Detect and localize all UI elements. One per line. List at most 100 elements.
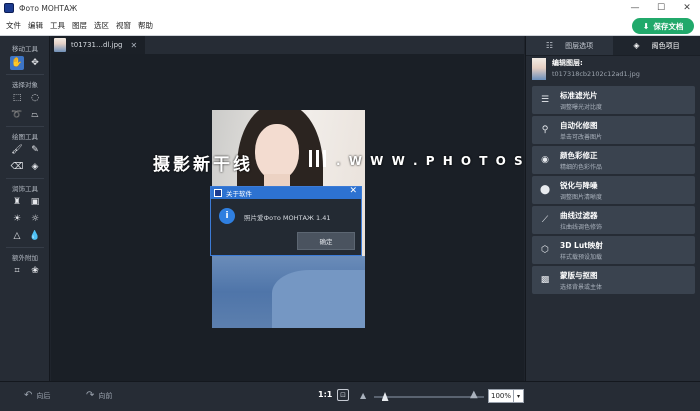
layer-thumbnail (532, 58, 546, 80)
patch-icon[interactable]: ▣ (28, 195, 42, 209)
sliders-icon: ☰ (540, 95, 550, 105)
layers-icon: ◈ (633, 41, 640, 50)
tool-row-draw-1: 🖌 ✎ (10, 143, 46, 157)
document-tab[interactable]: t01731…dl.jpg ✕ (51, 36, 145, 54)
undo-button[interactable]: ↶ 向后 (24, 390, 50, 401)
document-tab-strip: t01731…dl.jpg ✕ (51, 36, 524, 54)
close-icon[interactable]: ✕ (130, 41, 137, 50)
app-logo-icon (4, 3, 14, 13)
feature-3d-lut[interactable]: ⬡ 3D Lut映射 样式载预设加载 (532, 236, 695, 264)
info-icon: i (219, 208, 235, 224)
tool-section-label-select: 选择对象 (12, 81, 38, 89)
crop-icon[interactable]: ⌗ (10, 264, 24, 278)
save-document-button[interactable]: ⬇ 保存文档 (632, 18, 694, 34)
close-window-button[interactable]: ✕ (674, 0, 700, 16)
menu-file[interactable]: 文件 (6, 20, 21, 31)
menu-layer[interactable]: 图层 (72, 20, 87, 31)
layer-info: 编辑图层: t017318cb2102c12ad1.jpg (552, 58, 640, 82)
lasso-icon[interactable]: ➰ (10, 108, 24, 122)
sliders-icon: ☷ (545, 41, 554, 50)
zoom-input[interactable]: 100% (488, 389, 514, 403)
ellipse-select-icon[interactable]: ◌ (28, 91, 42, 105)
tool-row-extra: ⌗ ❀ (10, 264, 46, 278)
feature-title: 3D Lut映射 (560, 240, 603, 250)
right-panel: ☷ 图层选项 ◈ 阁色项目 编辑图层: t017318cb2102c12ad1.… (525, 36, 700, 381)
tool-section-label-retouch: 润饰工具 (12, 185, 38, 193)
cube-icon: ⬡ (541, 245, 549, 255)
toolbar-divider (6, 247, 44, 248)
fill-bucket-icon[interactable]: ◈ (28, 160, 42, 174)
toolbar-divider (6, 178, 44, 179)
burn-icon[interactable]: ☼ (28, 212, 42, 226)
feature-title: 颜色彩修正 (560, 150, 598, 160)
dialog-ok-button[interactable]: 确定 (297, 232, 355, 250)
tab-layer-options[interactable]: ☷ 图层选项 (526, 36, 613, 56)
feature-title: 标准滤光片 (560, 90, 598, 100)
brush-icon[interactable]: 🖌 (10, 143, 24, 157)
dialog-close-icon[interactable]: ✕ (349, 186, 357, 196)
menu-tools[interactable]: 工具 (50, 20, 65, 31)
feature-auto-retouch[interactable]: ⚲ 自动化修图 单击可改善图片 (532, 116, 695, 144)
feature-sharpen-denoise[interactable]: ⬤ 锐化与降噪 调整图片清晰度 (532, 176, 695, 204)
menu-view[interactable]: 视窗 (116, 20, 131, 31)
toolbar-divider (6, 126, 44, 127)
pencil-icon[interactable]: ✎ (28, 143, 42, 157)
dodge-icon[interactable]: ☀ (10, 212, 24, 226)
feature-subtitle: 选择背景或主体 (560, 283, 603, 291)
zoom-slider[interactable] (374, 396, 484, 398)
dialog-message: 照片爱Фото МОНТАЖ 1.41 (244, 214, 331, 222)
menu-help[interactable]: 帮助 (138, 20, 153, 31)
feature-color-correction[interactable]: ◉ 颜色彩修正 精细的色彩作品 (532, 146, 695, 174)
tool-row-select-1: ⬚ ◌ (10, 91, 46, 105)
eraser-icon[interactable]: ⌫ (10, 160, 24, 174)
mask-icon: ▩ (540, 275, 550, 285)
menu-edit[interactable]: 编辑 (28, 20, 43, 31)
hand-icon[interactable]: ✋ (10, 56, 24, 70)
sharpen-icon[interactable]: △ (10, 229, 24, 243)
tab-label: 阁色项目 (651, 41, 680, 50)
document-thumbnail (54, 38, 66, 52)
feature-mask-cutout[interactable]: ▩ 蒙版与抠图 选择背景或主体 (532, 266, 695, 294)
redo-button[interactable]: ↷ 向前 (86, 390, 112, 401)
feature-curves-filter[interactable]: ⟋ 曲线过滤器 拉曲线调色修饰 (532, 206, 695, 234)
move-icon[interactable]: ✥ (28, 56, 42, 70)
undo-icon: ↶ (24, 390, 33, 401)
tab-label: 图层选项 (565, 41, 594, 50)
actual-size-button[interactable]: 1:1 (318, 390, 332, 399)
shapes-icon[interactable]: ❀ (28, 264, 42, 278)
feature-text: 自动化修图 单击可改善图片 (560, 120, 602, 141)
rect-select-icon[interactable]: ⬚ (10, 91, 24, 105)
blur-icon[interactable]: 💧 (28, 229, 42, 243)
watermark-bars (309, 150, 330, 167)
polygon-lasso-icon[interactable]: ⏢ (28, 108, 42, 122)
left-toolbar: 移动工具 ✋ ✥ 选择对象 ⬚ ◌ ➰ ⏢ 绘图工具 🖌 ✎ ⌫ ◈ 润饰工具 … (0, 36, 50, 381)
canvas-area[interactable]: 摄影新干线 . W W W . P H O T O S K S . V I P … (51, 54, 617, 381)
photo-jeans-knee (272, 270, 365, 328)
zoom-out-icon[interactable]: ▲ (360, 391, 366, 400)
save-button-label: 保存文档 (653, 21, 684, 31)
feature-text: 蒙版与抠图 选择背景或主体 (560, 270, 602, 291)
palette-icon: ◉ (541, 155, 549, 165)
zoom-in-icon[interactable]: ▲ (470, 389, 478, 400)
drop-icon: ⬤ (539, 185, 551, 195)
tool-row-retouch-3: △ 💧 (10, 229, 46, 243)
maximize-button[interactable]: ☐ (648, 0, 674, 16)
watermark-text: 摄影新干线 (153, 155, 253, 175)
tab-color-projects[interactable]: ◈ 阁色项目 (613, 36, 700, 56)
tool-row-draw-2: ⌫ ◈ (10, 160, 46, 174)
chevron-down-icon[interactable]: ▾ (514, 389, 524, 403)
layer-file-name: t017318cb2102c12ad1.jpg (552, 70, 640, 78)
stamp-icon[interactable]: ♜ (10, 195, 24, 209)
dialog-title: 关于软件 (226, 190, 252, 198)
feature-text: 3D Lut映射 样式载预设加载 (560, 240, 603, 261)
magic-wand-icon: ⚲ (541, 125, 549, 135)
tool-row-select-2: ➰ ⏢ (10, 108, 46, 122)
menu-selection[interactable]: 选区 (94, 20, 109, 31)
minimize-button[interactable]: — (622, 0, 648, 16)
bottom-bar: ↶ 向后 ↷ 向前 1:1 ⊡ ▲ ▲ 100% ▾ (0, 381, 700, 411)
document-tab-name: t01731…dl.jpg (71, 41, 123, 49)
feature-standard-filter[interactable]: ☰ 标准滤光片 调整曝光对比度 (532, 86, 695, 114)
app-logo-icon (214, 189, 222, 197)
fit-screen-icon[interactable]: ⊡ (337, 389, 349, 401)
feature-subtitle: 精细的色彩作品 (560, 163, 603, 171)
